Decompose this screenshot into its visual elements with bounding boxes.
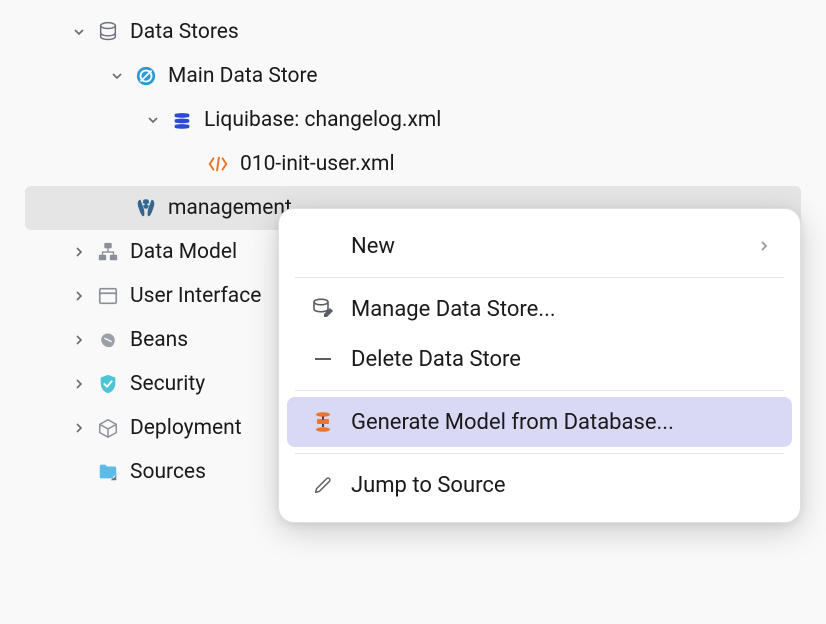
tree-label: Deployment xyxy=(130,416,242,440)
tree-label: management xyxy=(168,196,292,220)
window-icon xyxy=(96,284,120,308)
chevron-down-icon xyxy=(108,67,126,85)
menu-item-delete-data-store[interactable]: Delete Data Store xyxy=(287,334,792,384)
tree-item-liquibase[interactable]: Liquibase: changelog.xml xyxy=(0,98,826,142)
pencil-icon xyxy=(309,472,337,498)
tree-item-init-user[interactable]: 010-init-user.xml xyxy=(0,142,826,186)
chevron-right-icon xyxy=(70,419,88,437)
context-menu: New Manage Data Store... Delete Data Sto… xyxy=(278,208,801,523)
tree-label: Main Data Store xyxy=(168,64,318,88)
liquibase-icon xyxy=(170,108,194,132)
tree-label: 010-init-user.xml xyxy=(240,152,395,176)
icon-spacer xyxy=(309,233,337,259)
menu-label: Jump to Source xyxy=(351,473,770,498)
postgres-icon xyxy=(134,196,158,220)
package-icon xyxy=(96,416,120,440)
datasource-icon xyxy=(134,64,158,88)
chevron-right-icon xyxy=(70,243,88,261)
menu-separator xyxy=(295,453,784,454)
menu-item-jump-to-source[interactable]: Jump to Source xyxy=(287,460,792,510)
tree-label: Liquibase: changelog.xml xyxy=(204,108,441,132)
tree-label: Sources xyxy=(130,460,206,484)
tree-label: Security xyxy=(130,372,205,396)
bean-icon xyxy=(96,328,120,352)
menu-label: Generate Model from Database... xyxy=(351,410,770,435)
menu-separator xyxy=(295,390,784,391)
chevron-down-icon xyxy=(70,23,88,41)
data-model-icon xyxy=(96,240,120,264)
minus-icon xyxy=(309,346,337,372)
chevron-down-icon xyxy=(144,111,162,129)
database-icon xyxy=(96,20,120,44)
chevron-right-icon xyxy=(758,234,770,258)
tree-label: Data Model xyxy=(130,240,237,264)
shield-icon xyxy=(96,372,120,396)
tree-label: Data Stores xyxy=(130,20,239,44)
xml-file-icon xyxy=(206,152,230,176)
tree-label: User Interface xyxy=(130,284,261,308)
chevron-right-icon xyxy=(70,375,88,393)
menu-item-new[interactable]: New xyxy=(287,221,792,271)
tree-label: Beans xyxy=(130,328,188,352)
chevron-right-icon xyxy=(70,331,88,349)
chevron-right-icon xyxy=(70,287,88,305)
tree-item-data-stores[interactable]: Data Stores xyxy=(0,10,826,54)
manage-datastore-icon xyxy=(309,296,337,322)
tree-item-main-data-store[interactable]: Main Data Store xyxy=(0,54,826,98)
menu-separator xyxy=(295,277,784,278)
menu-label: Delete Data Store xyxy=(351,347,770,372)
menu-item-generate-model[interactable]: Generate Model from Database... xyxy=(287,397,792,447)
menu-item-manage-data-store[interactable]: Manage Data Store... xyxy=(287,284,792,334)
menu-label: New xyxy=(351,234,758,259)
generate-model-icon xyxy=(309,409,337,435)
menu-label: Manage Data Store... xyxy=(351,297,770,322)
folder-shortcut-icon xyxy=(96,460,120,484)
